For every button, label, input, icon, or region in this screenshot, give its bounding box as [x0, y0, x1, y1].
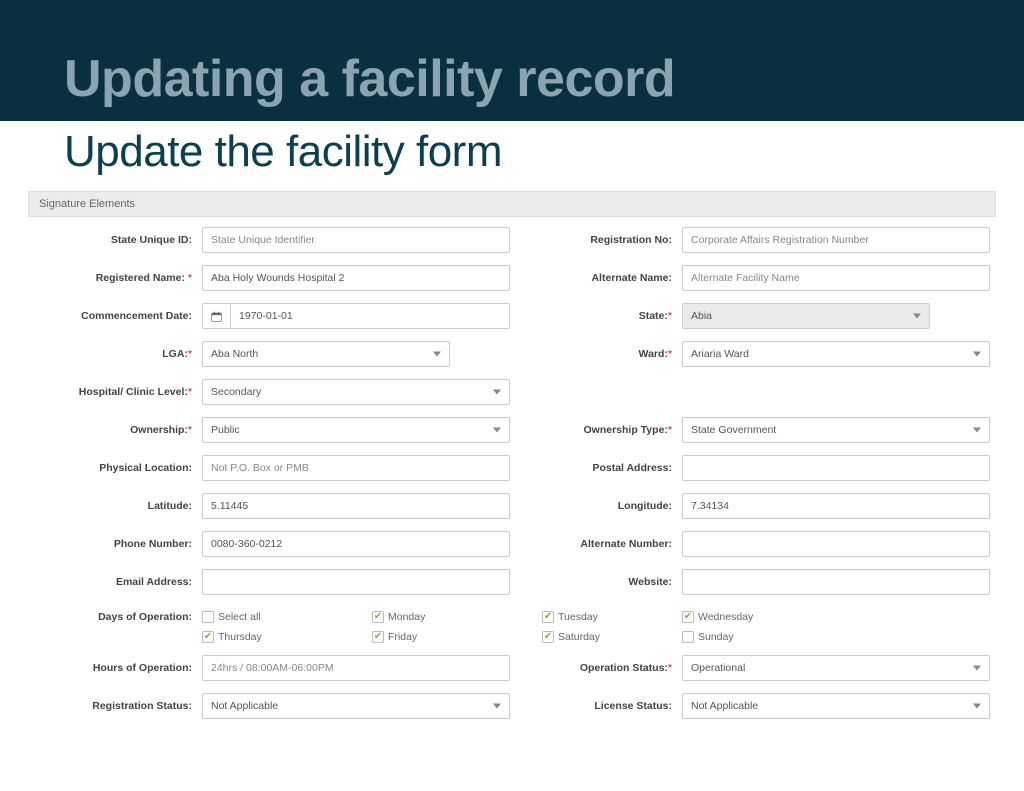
- form-area: State Unique ID: State Unique Identifier…: [30, 227, 994, 719]
- checkbox[interactable]: [372, 631, 384, 643]
- ownership-type-select[interactable]: State Government: [682, 417, 990, 443]
- checkbox[interactable]: [202, 631, 214, 643]
- day-friday[interactable]: Friday: [372, 627, 542, 647]
- latitude-field[interactable]: 5.11445: [202, 493, 510, 519]
- label-license-status: License Status:: [510, 700, 682, 712]
- chevron-down-icon: [493, 704, 501, 709]
- registered-name-field[interactable]: Aba Holy Wounds Hospital 2: [202, 265, 510, 291]
- registration-no-field[interactable]: Corporate Affairs Registration Number: [682, 227, 990, 253]
- label-alternate-number: Alternate Number:: [510, 538, 682, 550]
- email-address-field[interactable]: [202, 569, 510, 595]
- banner-title: Updating a facility record: [64, 53, 675, 121]
- hours-of-operation-field[interactable]: 24hrs / 08:00AM-06:00PM: [202, 655, 510, 681]
- banner: Updating a facility record: [0, 0, 1024, 121]
- alternate-number-field[interactable]: [682, 531, 990, 557]
- label-phone-number: Phone Number:: [30, 538, 202, 550]
- label-days-of-operation: Days of Operation:: [30, 607, 202, 647]
- panel-heading: Signature Elements: [28, 191, 996, 217]
- ward-select[interactable]: Ariaria Ward: [682, 341, 990, 367]
- label-registration-status: Registration Status:: [30, 700, 202, 712]
- label-website: Website:: [510, 576, 682, 588]
- commencement-date-field[interactable]: 1970-01-01: [230, 303, 510, 329]
- day-thursday[interactable]: Thursday: [202, 627, 372, 647]
- calendar-icon[interactable]: [202, 303, 230, 329]
- checkbox[interactable]: [542, 631, 554, 643]
- operation-status-select[interactable]: Operational: [682, 655, 990, 681]
- chevron-down-icon: [973, 666, 981, 671]
- label-latitude: Latitude:: [30, 500, 202, 512]
- checkbox[interactable]: [542, 611, 554, 623]
- label-registered-name: Registered Name: *: [30, 272, 202, 284]
- state-unique-id-field[interactable]: State Unique Identifier: [202, 227, 510, 253]
- postal-address-field[interactable]: [682, 455, 990, 481]
- day-wednesday[interactable]: Wednesday: [682, 607, 882, 627]
- hospital-level-select[interactable]: Secondary: [202, 379, 510, 405]
- label-state: State:*: [510, 310, 682, 322]
- ownership-select[interactable]: Public: [202, 417, 510, 443]
- chevron-down-icon: [493, 428, 501, 433]
- state-select[interactable]: Abia: [682, 303, 930, 329]
- label-physical-location: Physical Location:: [30, 462, 202, 474]
- checkbox[interactable]: [682, 631, 694, 643]
- checkbox[interactable]: [202, 611, 214, 623]
- phone-number-field[interactable]: 0080-360-0212: [202, 531, 510, 557]
- label-commencement-date: Commencement Date:: [30, 310, 202, 322]
- day-saturday[interactable]: Saturday: [542, 627, 682, 647]
- day-select-all[interactable]: Select all: [202, 607, 372, 627]
- checkbox[interactable]: [682, 611, 694, 623]
- day-monday[interactable]: Monday: [372, 607, 542, 627]
- label-lga: LGA:*: [30, 348, 202, 360]
- days-grid: Select all Monday Tuesday Wednesday Thur…: [202, 607, 994, 647]
- label-alternate-name: Alternate Name:: [510, 272, 682, 284]
- chevron-down-icon: [973, 704, 981, 709]
- page-subtitle: Update the facility form: [0, 127, 1024, 177]
- chevron-down-icon: [973, 428, 981, 433]
- label-postal-address: Postal Address:: [510, 462, 682, 474]
- label-hours-of-operation: Hours of Operation:: [30, 662, 202, 674]
- license-status-select[interactable]: Not Applicable: [682, 693, 990, 719]
- registration-status-select[interactable]: Not Applicable: [202, 693, 510, 719]
- lga-select[interactable]: Aba North: [202, 341, 450, 367]
- label-ward: Ward:*: [510, 348, 682, 360]
- label-longitude: Longitude:: [510, 500, 682, 512]
- chevron-down-icon: [913, 314, 921, 319]
- label-email-address: Email Address:: [30, 576, 202, 588]
- day-tuesday[interactable]: Tuesday: [542, 607, 682, 627]
- label-registration-no: Registration No:: [510, 234, 682, 246]
- checkbox[interactable]: [372, 611, 384, 623]
- label-hospital-level: Hospital/ Clinic Level:*: [30, 386, 202, 398]
- chevron-down-icon: [433, 352, 441, 357]
- physical-location-field[interactable]: Not P.O. Box or PMB: [202, 455, 510, 481]
- day-sunday[interactable]: Sunday: [682, 627, 882, 647]
- longitude-field[interactable]: 7.34134: [682, 493, 990, 519]
- label-state-unique-id: State Unique ID:: [30, 234, 202, 246]
- alternate-name-field[interactable]: Alternate Facility Name: [682, 265, 990, 291]
- website-field[interactable]: [682, 569, 990, 595]
- label-ownership: Ownership:*: [30, 424, 202, 436]
- label-operation-status: Operation Status:*: [510, 662, 682, 674]
- chevron-down-icon: [973, 352, 981, 357]
- chevron-down-icon: [493, 390, 501, 395]
- label-ownership-type: Ownership Type:*: [510, 424, 682, 436]
